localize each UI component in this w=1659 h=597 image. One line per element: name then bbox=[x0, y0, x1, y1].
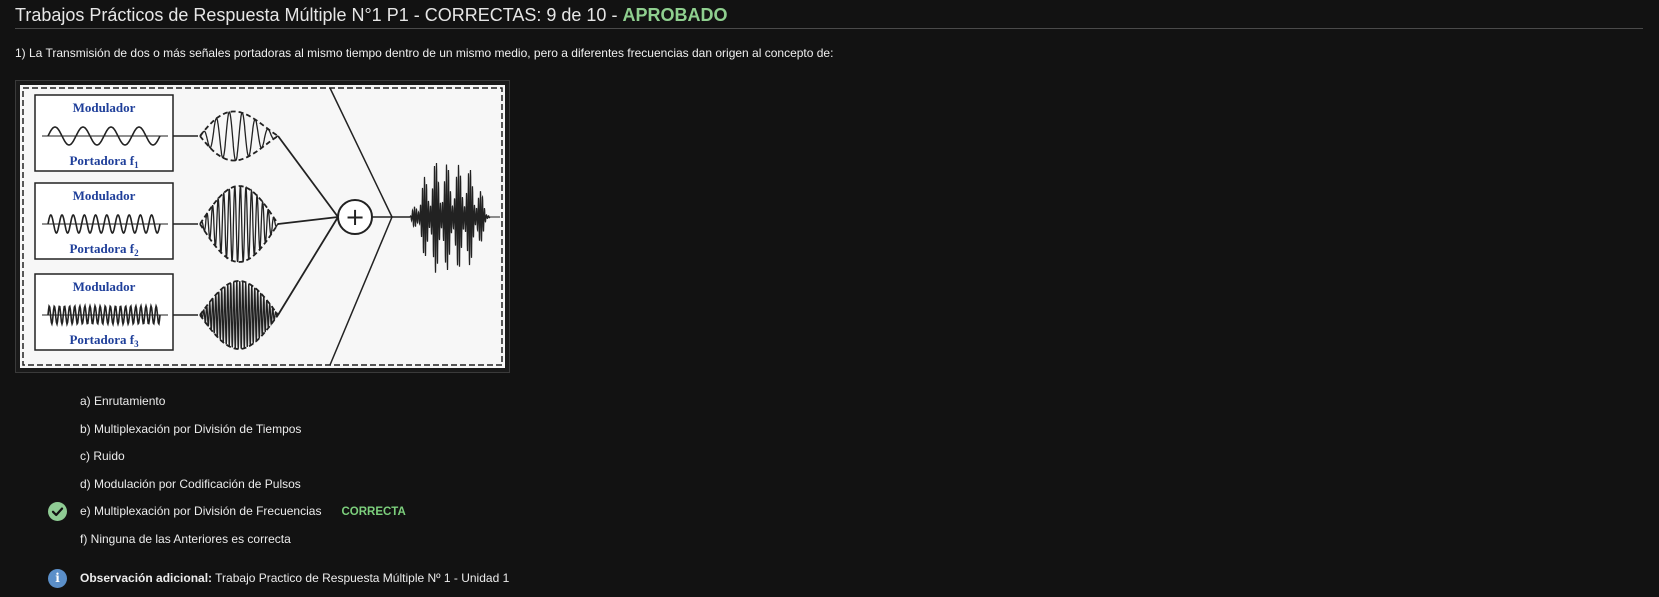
option-c[interactable]: c) Ruido bbox=[80, 447, 125, 465]
question-text: 1) La Transmisión de dos o más señales p… bbox=[15, 46, 834, 60]
option-label: f) Ninguna de las Anteriores es correcta bbox=[80, 532, 291, 546]
modulator-label: Modulador bbox=[73, 188, 136, 203]
info-icon: i bbox=[48, 569, 67, 588]
carrier-subscript: 3 bbox=[134, 339, 139, 349]
option-b[interactable]: b) Multiplexación por División de Tiempo… bbox=[80, 420, 301, 438]
carrier-label: Portadora f1 bbox=[69, 153, 139, 170]
observation-label: Observación adicional: bbox=[80, 571, 213, 585]
option-label: a) Enrutamiento bbox=[80, 394, 166, 408]
fdm-figure: Modulador Portadora f1 Modulador Portadora … bbox=[15, 80, 510, 373]
sum-symbol: + bbox=[345, 203, 365, 231]
observation-text: Trabajo Practico de Respuesta Múltiple N… bbox=[212, 571, 510, 585]
page-title: Trabajos Prácticos de Respuesta Múltiple… bbox=[15, 4, 1643, 29]
modulator-label: Modulador bbox=[73, 279, 136, 294]
option-label: d) Modulación por Codificación de Pulsos bbox=[80, 477, 301, 491]
carrier-text: Portadora f bbox=[69, 241, 134, 256]
title-text: Trabajos Prácticos de Respuesta Múltiple… bbox=[15, 5, 623, 25]
modulator-label: Modulador bbox=[73, 100, 136, 115]
option-label: c) Ruido bbox=[80, 449, 125, 463]
result-status: APROBADO bbox=[622, 5, 728, 25]
option-a[interactable]: a) Enrutamiento bbox=[80, 392, 165, 410]
observation: Observación adicional: Trabajo Practico … bbox=[80, 569, 509, 588]
option-d[interactable]: d) Modulación por Codificación de Pulsos bbox=[80, 475, 301, 493]
carrier-text: Portadora f bbox=[69, 332, 134, 347]
option-e[interactable]: e) Multiplexación por División de Frecue… bbox=[80, 502, 406, 520]
carrier-subscript: 2 bbox=[134, 248, 139, 258]
option-label: e) Multiplexación por División de Frecue… bbox=[80, 504, 322, 518]
correct-tag: CORRECTA bbox=[341, 506, 406, 518]
check-circle-icon bbox=[48, 502, 67, 521]
carrier-label: Portadora f2 bbox=[69, 241, 139, 258]
option-f[interactable]: f) Ninguna de las Anteriores es correcta bbox=[80, 530, 291, 548]
fdm-diagram: ModuladorPortadora f1ModuladorPortadora … bbox=[20, 85, 505, 368]
option-label: b) Multiplexación por División de Tiempo… bbox=[80, 422, 302, 436]
carrier-label: Portadora f3 bbox=[69, 332, 139, 349]
carrier-subscript: 1 bbox=[134, 160, 139, 170]
carrier-text: Portadora f bbox=[69, 153, 134, 168]
